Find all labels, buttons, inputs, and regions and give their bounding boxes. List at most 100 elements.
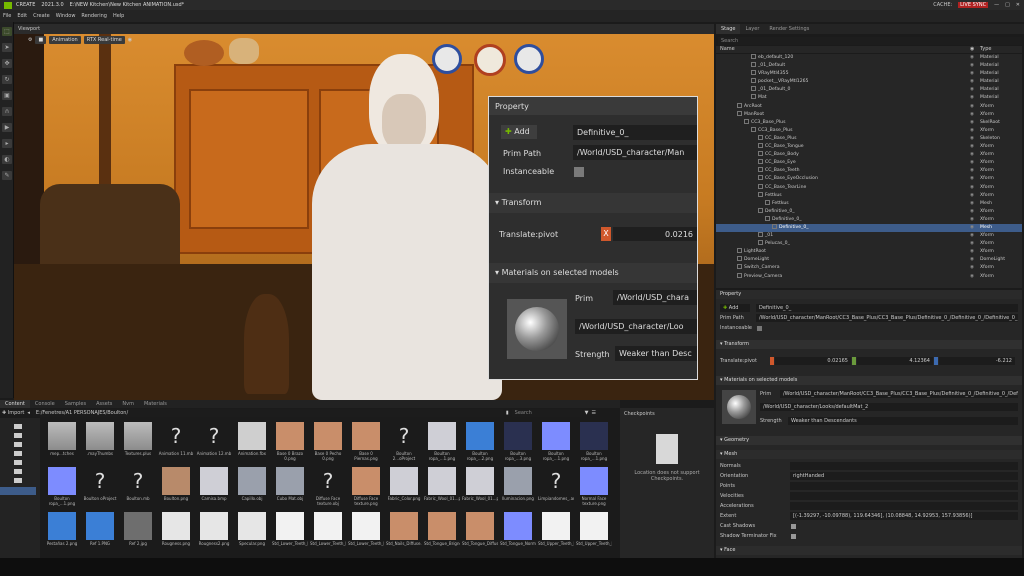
file-item[interactable]: Diffuse Face texture.png: [348, 465, 384, 510]
stage-row[interactable]: CC_Base_Tongue ◉ Xform: [716, 143, 1022, 151]
stage-row[interactable]: Switch_Camera ◉ Xform: [716, 264, 1022, 272]
stage-row[interactable]: VRayMtl4355 ◉ Material: [716, 70, 1022, 78]
file-item[interactable]: Std_Nails_Diffuse.png: [386, 510, 422, 555]
file-item[interactable]: Std_Lower_Teeth_N...png: [310, 510, 346, 555]
materials-section[interactable]: ▾ Materials on selected models: [489, 263, 697, 283]
stage-row[interactable]: LightRoot ◉ Xform: [716, 248, 1022, 256]
file-item[interactable]: Std_Upper_Teeth_N...png: [576, 510, 612, 555]
stage-search-input[interactable]: Search: [718, 37, 1022, 45]
file-item[interactable]: mep...tches: [44, 420, 80, 465]
tab-materials[interactable]: Materials: [139, 400, 172, 408]
file-item[interactable]: Camisa.bmp: [196, 465, 232, 510]
file-item[interactable]: Pestañas 2.png: [44, 510, 80, 555]
back-arrow-icon[interactable]: ◂: [27, 410, 30, 416]
visibility-icon[interactable]: ◉: [970, 159, 974, 167]
stage-row[interactable]: CC_Base_EyeOcclusion ◉ Xform: [716, 175, 1022, 183]
file-item[interactable]: Boulton ropa_...1.png: [576, 420, 612, 465]
filter-icon[interactable]: ▼: [585, 410, 589, 416]
tab-stage[interactable]: Stage: [716, 24, 741, 34]
file-item[interactable]: ? Boulton.mb: [120, 465, 156, 510]
scale-tool-icon[interactable]: ▣: [2, 91, 12, 100]
renderer-chip[interactable]: RTX Real-time: [83, 36, 125, 44]
visibility-icon[interactable]: ◉: [970, 54, 974, 62]
visibility-icon[interactable]: ◉: [970, 232, 974, 240]
material-preview[interactable]: [507, 299, 567, 359]
file-item[interactable]: ? Animation 11.mb: [158, 420, 194, 465]
rp-material-field[interactable]: /World/USD_character/Looks/defaultMat_2: [760, 403, 1018, 411]
file-item[interactable]: Rougness.png: [158, 510, 194, 555]
cache-label[interactable]: CACHE:: [933, 2, 952, 8]
select-tool-icon[interactable]: ⬚: [2, 27, 12, 36]
file-item[interactable]: Base 0 Piernas.png: [348, 420, 384, 465]
rp-orientation-dropdown[interactable]: rightHanded: [790, 472, 1018, 480]
stage-row[interactable]: ArcRoot ◉ Xform: [716, 102, 1022, 111]
stage-row[interactable]: Definitive_0_ ◉ Mesh: [716, 223, 1022, 233]
rp-name-field[interactable]: Definitive_0_: [756, 304, 1018, 312]
translate-x-field[interactable]: 0.0216: [613, 227, 697, 241]
live-sync-button[interactable]: LIVE SYNC: [958, 2, 989, 8]
visibility-icon[interactable]: ◉: [970, 264, 974, 272]
file-item[interactable]: Ref 2.jpg: [120, 510, 156, 555]
tab-content[interactable]: Content: [0, 400, 30, 408]
move-tool-icon[interactable]: ✥: [2, 59, 12, 68]
rp-accelerations-field[interactable]: [790, 502, 1018, 510]
file-item[interactable]: ? Animation 12.mb: [196, 420, 232, 465]
menu-rendering[interactable]: Rendering: [81, 13, 107, 19]
stage-row[interactable]: Fettkus ◉ Mesh: [716, 199, 1022, 208]
stage-row[interactable]: Preview_Camera ◉ Xform: [716, 272, 1022, 281]
file-item[interactable]: Std_Lower_Teeth_B...png: [272, 510, 308, 555]
file-item[interactable]: Std_Upper_Teeth_B...png: [538, 510, 574, 555]
rp-geometry-section[interactable]: ▾ Geometry: [716, 436, 1022, 445]
menu-file[interactable]: File: [3, 13, 11, 19]
visibility-icon[interactable]: ◉: [970, 208, 974, 216]
visibility-icon[interactable]: ◉: [970, 127, 974, 135]
file-item[interactable]: Fabric_Wool_01...png: [462, 465, 498, 510]
file-item[interactable]: Ref 1.PNG: [82, 510, 118, 555]
add-button[interactable]: ✚ Add: [501, 125, 537, 139]
visibility-icon[interactable]: ◉: [970, 167, 974, 175]
instanceable-checkbox[interactable]: [574, 167, 584, 177]
visibility-icon[interactable]: ◉: [970, 192, 974, 200]
brush-tool-icon[interactable]: ✎: [2, 171, 12, 180]
file-item[interactable]: Cubo Mat.obj: [272, 465, 308, 510]
stage-row[interactable]: Definitive_0_ ◉ Xform: [716, 215, 1022, 224]
stage-row[interactable]: _01 ◉ Xform: [716, 232, 1022, 240]
camera-tool-icon[interactable]: ◐: [2, 155, 12, 164]
file-item[interactable]: Std_Tongue_Brigness.png: [424, 510, 460, 555]
pointer-tool-icon[interactable]: ➤: [2, 43, 12, 52]
file-item[interactable]: ? Diffuse Face texture.obj: [310, 465, 346, 510]
path-field[interactable]: E:/Fenetres/A1 PERSONAJES/Boulton/: [32, 409, 503, 417]
menu-window[interactable]: Window: [56, 13, 76, 19]
menu-help[interactable]: Help: [113, 13, 124, 19]
strength-dropdown[interactable]: Weaker than Desc: [615, 346, 697, 361]
viewport-tab[interactable]: Viewport: [14, 24, 714, 34]
minimize-icon[interactable]: —: [994, 2, 999, 8]
rp-extent-field[interactable]: [(-1.39297, -10.09788), 119.64346], (10.…: [790, 512, 1018, 520]
settings-icon[interactable]: ⚙: [28, 37, 32, 43]
rp-cast-shadows-checkbox[interactable]: [791, 524, 796, 529]
folder-icon[interactable]: [14, 451, 22, 456]
stage-row[interactable]: CC_Base_Plus ◉ Skeleton: [716, 134, 1022, 143]
close-icon[interactable]: ✕: [1016, 2, 1020, 8]
folder-icon[interactable]: [14, 424, 22, 429]
visibility-icon[interactable]: ◉: [970, 184, 974, 192]
visibility-icon[interactable]: ◉: [970, 119, 974, 127]
rp-prim-path-field[interactable]: /World/USD_character/ManRoot/CC3_Base_Pl…: [756, 314, 1018, 322]
stage-row[interactable]: pocket__VRayMtl1265 ◉ Material: [716, 78, 1022, 86]
rp-shadow-term-checkbox[interactable]: [791, 534, 796, 539]
visibility-icon[interactable]: ◉: [970, 224, 974, 232]
visibility-icon[interactable]: ◉: [970, 273, 974, 281]
camera-icon[interactable]: ■: [35, 36, 47, 44]
menu-edit[interactable]: Edit: [17, 13, 27, 19]
menu-create[interactable]: Create: [33, 13, 50, 19]
file-item[interactable]: Std_Tongue_Normal.png: [500, 510, 536, 555]
stage-row[interactable]: _01_Default ◉ Material: [716, 62, 1022, 70]
file-item[interactable]: Boulton ropa_...1.png: [44, 465, 80, 510]
file-item[interactable]: Std_Tongue_Diffuse.png: [462, 510, 498, 555]
stage-row[interactable]: Fettkus ◉ Xform: [716, 191, 1022, 200]
visibility-icon[interactable]: ◉: [970, 94, 974, 102]
rp-points-field[interactable]: [790, 482, 1018, 490]
visibility-icon[interactable]: ◉: [970, 135, 974, 143]
rp-mesh-section[interactable]: ▾ Mesh: [716, 450, 1022, 459]
file-item[interactable]: Boulton ropa_...1.png: [424, 420, 460, 465]
